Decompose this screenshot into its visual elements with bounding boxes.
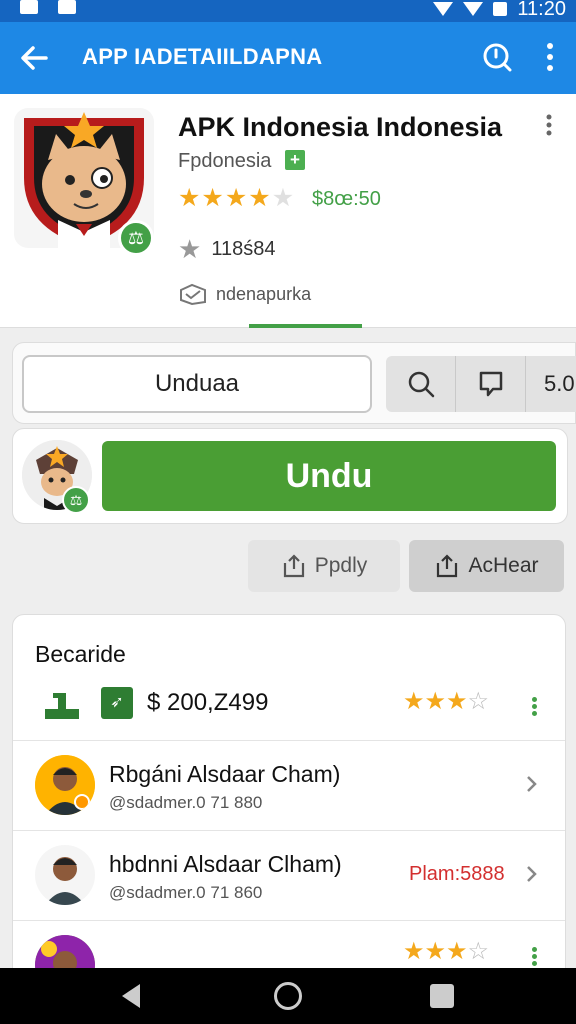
- avatar: [35, 755, 95, 815]
- more-vert-icon[interactable]: [532, 697, 538, 717]
- price-row[interactable]: ➶ $ 200,Z499 ★ ★ ★ ☆: [13, 675, 565, 741]
- user-name: Rbgáni Alsdaar Cham): [109, 761, 341, 787]
- star-icon: ★: [178, 234, 202, 264]
- more-vert-icon[interactable]: [532, 947, 538, 967]
- nav-home-icon[interactable]: [274, 982, 302, 1010]
- app-icon-badge: ⚖: [118, 220, 154, 256]
- search-icon: [408, 371, 434, 398]
- row-rating-stars: ★ ★ ★ ☆: [403, 939, 489, 964]
- star-icon: ★: [201, 184, 224, 212]
- star-icon: ★: [248, 184, 271, 212]
- nav-back-icon[interactable]: [118, 982, 144, 1010]
- page-title: APP IADETAIILDAPNA: [82, 44, 323, 69]
- app-bar: APP IADETAIILDAPNA: [0, 22, 576, 94]
- tool-group: 5.0: [386, 356, 576, 412]
- star-icon: ★: [271, 184, 295, 212]
- star-icon: ★: [403, 938, 425, 965]
- install-button[interactable]: Undu: [102, 441, 556, 511]
- list-card: Becaride ➶ $ 200,Z499 ★ ★ ★ ☆ Rbgáni Als…: [12, 614, 566, 984]
- sim-icon: [493, 2, 508, 16]
- app-price: $8œ:50: [312, 188, 381, 210]
- star-icon: ★: [224, 184, 248, 212]
- wifi-icon: [433, 2, 454, 16]
- developer-badge: +: [285, 150, 305, 170]
- search-icon[interactable]: [480, 40, 514, 74]
- downloads-row: ★ 118ś84: [178, 234, 275, 265]
- home-notification-icon: [20, 0, 38, 14]
- chip-left-label: Ppdly: [314, 554, 368, 577]
- user-handle: @sdadmer.0 71 880: [109, 793, 263, 812]
- category-row[interactable]: ndenapurka: [178, 282, 311, 306]
- nav-recents-icon[interactable]: [430, 984, 454, 1008]
- star-icon: ★: [403, 688, 425, 715]
- version-text: 5.0: [544, 371, 575, 396]
- search-button[interactable]: [386, 356, 456, 412]
- user-handle: @sdadmer.0 71 860: [109, 883, 263, 902]
- status-time: 11:20: [517, 0, 566, 20]
- chevron-right-icon: [527, 866, 537, 882]
- app-header-card: ⚖ APK Indonesia Indonesia Fpdonesia + ★ …: [0, 94, 576, 328]
- category-label: ndenapurka: [216, 283, 312, 304]
- share-chip-right[interactable]: AcHear: [409, 540, 564, 592]
- bookmark-icon: [479, 371, 502, 397]
- mascot-badge: ⚖: [62, 486, 90, 514]
- row-rating-stars: ★ ★ ★ ☆: [403, 689, 489, 714]
- more-vert-icon[interactable]: [544, 114, 554, 136]
- share-icon: [283, 554, 304, 578]
- developer-name[interactable]: Fpdonesia: [178, 150, 271, 173]
- star-icon: ★: [424, 688, 447, 715]
- app-name: APK Indonesia Indonesia: [178, 112, 503, 142]
- list-item[interactable]: hbdnni Alsdaar Clham) @sdadmer.0 71 860 …: [13, 831, 565, 921]
- download-field[interactable]: Unduaa: [22, 355, 372, 413]
- chevron-right-icon: [527, 776, 537, 792]
- chip-right-label: AcHear: [468, 554, 539, 577]
- download-tray-icon: [45, 693, 79, 719]
- share-chip-left[interactable]: Ppdly: [248, 540, 400, 592]
- star-icon: ★: [178, 184, 201, 212]
- rating-stars: ★ ★ ★ ★ ★: [178, 186, 294, 211]
- more-vert-icon[interactable]: [538, 40, 562, 74]
- star-icon: ★: [446, 688, 468, 715]
- user-name: hbdnni Alsdaar Clham): [109, 851, 342, 877]
- list-title: Becaride: [35, 641, 126, 667]
- tab-indicator: [249, 324, 362, 328]
- system-nav-bar: [0, 968, 576, 1024]
- share-icon: [437, 554, 458, 578]
- back-arrow-icon[interactable]: [16, 40, 52, 76]
- star-icon: ★: [424, 938, 447, 965]
- category-icon: [180, 283, 206, 306]
- avatar: [35, 845, 95, 905]
- add-notification-icon: [58, 0, 76, 14]
- plan-label: Plam:5888: [409, 863, 505, 885]
- row-price: $ 200,Z499: [147, 689, 269, 716]
- bookmark-button[interactable]: [456, 356, 526, 412]
- download-count: 118ś84: [211, 238, 276, 260]
- star-icon: ☆: [467, 938, 490, 965]
- signal-icon: [463, 2, 484, 16]
- status-bar: 11:20: [0, 0, 576, 22]
- star-icon: ☆: [467, 688, 490, 715]
- list-item[interactable]: Rbgáni Alsdaar Cham) @sdadmer.0 71 880: [13, 741, 565, 831]
- star-icon: ★: [446, 938, 468, 965]
- app-store-icon: ➶: [101, 687, 133, 719]
